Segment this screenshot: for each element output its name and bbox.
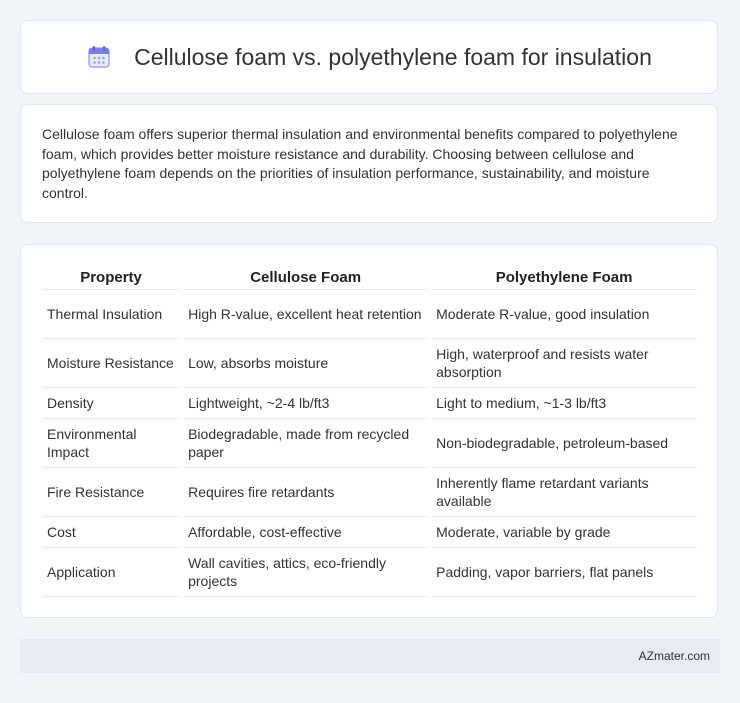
polyethylene-cell: Non-biodegradable, petroleum-based — [431, 419, 697, 468]
table-row: Cost Affordable, cost-effective Moderate… — [42, 517, 697, 548]
table-row: Environmental Impact Biodegradable, made… — [42, 419, 697, 468]
polyethylene-cell: Moderate, variable by grade — [431, 517, 697, 548]
table-row: Application Wall cavities, attics, eco-f… — [42, 548, 697, 597]
table-header-row: Property Cellulose Foam Polyethylene Foa… — [42, 265, 697, 290]
header-polyethylene-foam: Polyethylene Foam — [431, 265, 697, 290]
table-row: Moisture Resistance Low, absorbs moistur… — [42, 339, 697, 388]
cellulose-cell: High R-value, excellent heat retention — [183, 290, 429, 339]
cellulose-cell: Lightweight, ~2-4 lb/ft3 — [183, 388, 429, 419]
polyethylene-cell: High, waterproof and resists water absor… — [431, 339, 697, 388]
header-cellulose-foam: Cellulose Foam — [183, 265, 429, 290]
title-card: Cellulose foam vs. polyethylene foam for… — [20, 20, 718, 94]
property-cell: Fire Resistance — [42, 468, 181, 517]
page-title: Cellulose foam vs. polyethylene foam for… — [134, 43, 652, 70]
table-row: Fire Resistance Requires fire retardants… — [42, 468, 697, 517]
intro-paragraph: Cellulose foam offers superior thermal i… — [42, 126, 678, 201]
intro-card: Cellulose foam offers superior thermal i… — [20, 104, 718, 223]
cellulose-cell: Low, absorbs moisture — [183, 339, 429, 388]
header-property: Property — [42, 265, 181, 290]
property-cell: Thermal Insulation — [42, 290, 181, 339]
property-cell: Moisture Resistance — [42, 339, 181, 388]
cellulose-cell: Affordable, cost-effective — [183, 517, 429, 548]
property-cell: Environmental Impact — [42, 419, 181, 468]
footer-brand: AZmater.com — [638, 649, 710, 663]
footer: AZmater.com — [20, 639, 720, 673]
comparison-card: Property Cellulose Foam Polyethylene Foa… — [20, 244, 718, 618]
cellulose-cell: Biodegradable, made from recycled paper — [183, 419, 429, 468]
property-cell: Cost — [42, 517, 181, 548]
polyethylene-cell: Inherently flame retardant variants avai… — [431, 468, 697, 517]
polyethylene-cell: Light to medium, ~1-3 lb/ft3 — [431, 388, 697, 419]
comparison-table: Property Cellulose Foam Polyethylene Foa… — [39, 265, 700, 597]
property-cell: Application — [42, 548, 181, 597]
polyethylene-cell: Moderate R-value, good insulation — [431, 290, 697, 339]
table-row: Density Lightweight, ~2-4 lb/ft3 Light t… — [42, 388, 697, 419]
table-row: Thermal Insulation High R-value, excelle… — [42, 290, 697, 339]
cellulose-cell: Wall cavities, attics, eco-friendly proj… — [183, 548, 429, 597]
property-cell: Density — [42, 388, 181, 419]
polyethylene-cell: Padding, vapor barriers, flat panels — [431, 548, 697, 597]
cellulose-cell: Requires fire retardants — [183, 468, 429, 517]
calendar-icon — [88, 46, 110, 68]
